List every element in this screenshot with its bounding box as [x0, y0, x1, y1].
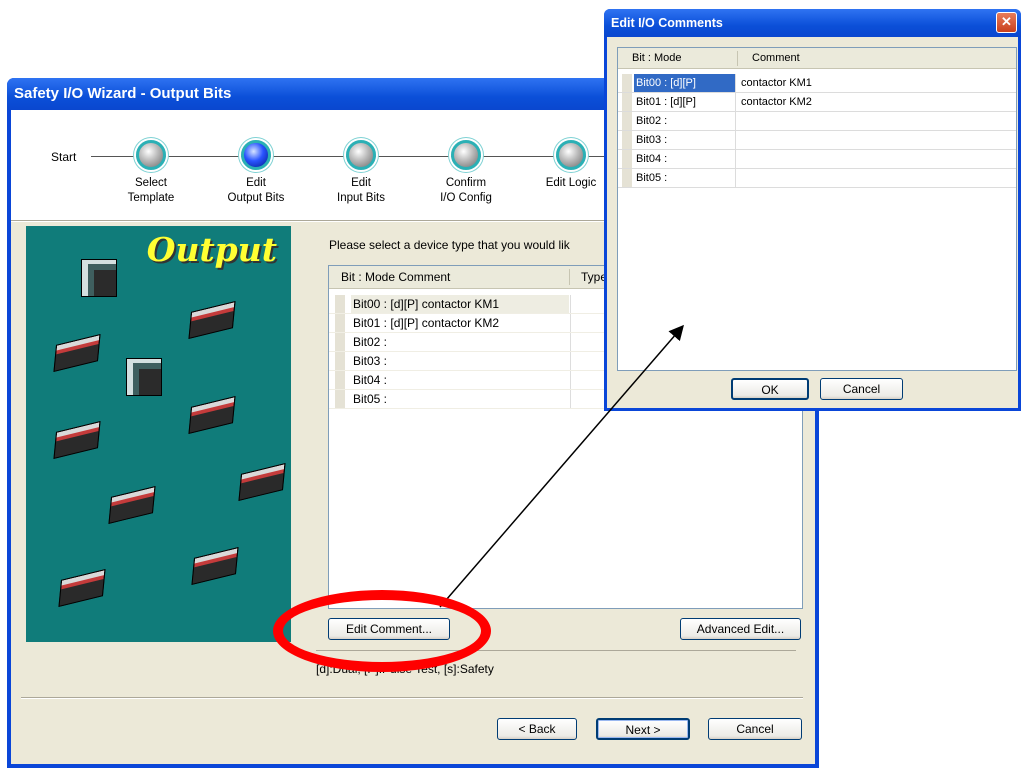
annotation-arrow [439, 324, 684, 608]
annotation-overlay [439, 324, 684, 608]
